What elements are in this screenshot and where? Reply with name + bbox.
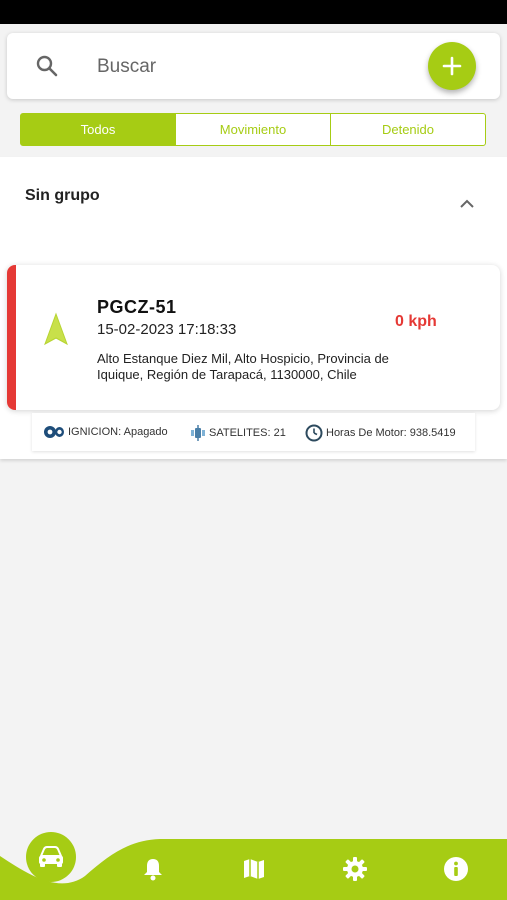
ignition-status: IGNICION: Apagado [43, 425, 168, 439]
filter-tabs: Todos Movimiento Detenido [20, 113, 486, 146]
nav-alerts[interactable] [140, 856, 166, 882]
status-accent [7, 265, 16, 410]
info-icon [444, 857, 468, 881]
tab-todos[interactable]: Todos [21, 114, 175, 145]
tab-detenido[interactable]: Detenido [330, 114, 485, 145]
satellites-text: SATELITES: 21 [209, 427, 286, 439]
nav-map[interactable] [241, 856, 267, 882]
vehicle-info-bar: IGNICION: Apagado SATELITES: 21 Horas De… [32, 413, 475, 451]
group-title: Sin grupo [25, 187, 100, 204]
motor-hours-text: Horas De Motor: 938.5419 [326, 427, 456, 439]
motor-hours-status: Horas De Motor: 938.5419 [305, 424, 456, 442]
chevron-up-icon[interactable] [458, 197, 476, 209]
nav-settings[interactable] [342, 856, 368, 882]
satellite-icon [191, 425, 205, 441]
key-icon [44, 426, 64, 438]
plus-icon [442, 56, 462, 76]
vehicle-address: Alto Estanque Diez Mil, Alto Hospicio, P… [97, 351, 389, 382]
vehicle-plate: PGCZ-51 [97, 297, 177, 317]
bottom-navigation [0, 826, 507, 900]
vehicle-card[interactable]: PGCZ-51 15-02-2023 17:18:33 Alto Estanqu… [7, 265, 500, 410]
nav-vehicles[interactable] [26, 832, 76, 882]
vehicle-speed: 0 kph [395, 313, 437, 330]
direction-arrow-icon [44, 312, 68, 346]
vehicle-timestamp: 15-02-2023 17:18:33 [97, 321, 237, 338]
gear-icon [343, 857, 367, 881]
bell-icon [144, 859, 162, 881]
add-button[interactable] [428, 42, 476, 90]
search-input[interactable] [95, 53, 399, 81]
nav-info[interactable] [443, 856, 469, 882]
status-bar [0, 0, 507, 24]
search-bar [7, 33, 500, 99]
group-panel: Sin grupo PGCZ-51 15-02-2023 17:18:33 Al… [0, 157, 507, 459]
map-icon [244, 859, 264, 879]
ignition-text: IGNICION: Apagado [68, 426, 168, 438]
search-icon[interactable] [35, 54, 59, 78]
car-icon [39, 846, 63, 867]
tab-movimiento[interactable]: Movimiento [175, 114, 330, 145]
clock-icon [305, 424, 323, 442]
satellites-status: SATELITES: 21 [190, 424, 286, 442]
